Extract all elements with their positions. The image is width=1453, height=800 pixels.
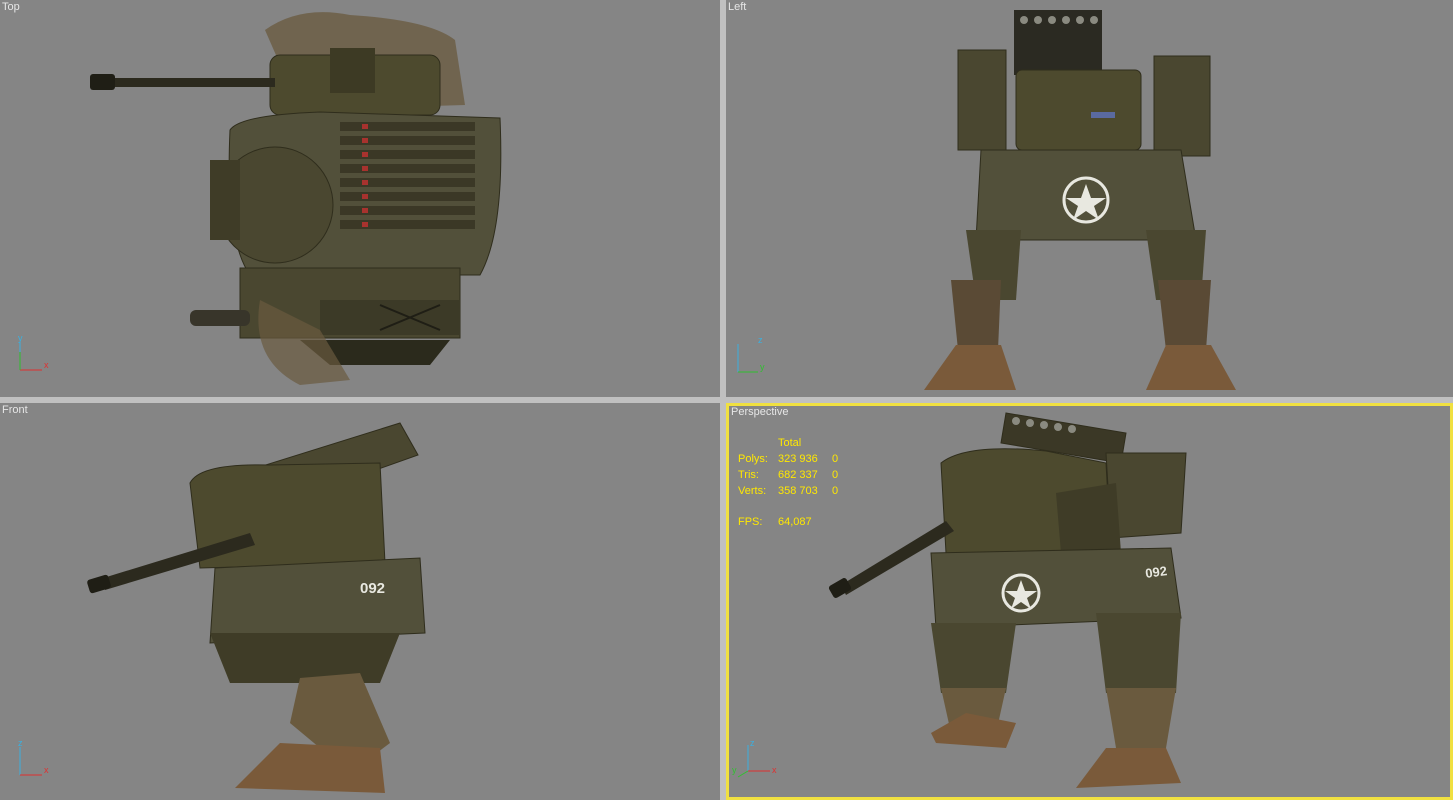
fps-label: FPS:: [738, 516, 763, 528]
stats-selected: 0: [832, 453, 839, 465]
axis-tripod: z y x: [732, 738, 777, 778]
axis-tripod: y x: [18, 333, 49, 371]
stats-label: Tris:: [738, 469, 759, 481]
viewport-label[interactable]: Top: [2, 1, 20, 13]
axis-label-x: x: [44, 765, 49, 775]
hull-number: 092: [360, 580, 385, 597]
axis-label-x: x: [772, 765, 777, 775]
axis-label-y: y: [760, 362, 765, 372]
axis-tripod: z x: [18, 738, 49, 776]
axis-label-z: z: [750, 738, 755, 748]
mech-model-top-view: [90, 12, 502, 385]
axis-tripod: z y: [737, 335, 765, 373]
fps-value: 64,087: [778, 516, 812, 528]
stats-label: Polys:: [738, 453, 768, 465]
viewport-top[interactable]: Top y x: [0, 0, 720, 397]
stats-selected: 0: [832, 469, 839, 481]
stats-selected: 0: [832, 485, 839, 497]
viewport-label[interactable]: Perspective: [731, 406, 788, 418]
stats-total: 323 936: [778, 453, 818, 465]
axis-label-y: y: [18, 333, 23, 343]
viewport-label[interactable]: Left: [728, 1, 746, 13]
viewport-perspective[interactable]: Perspective Total Polys: 323 936 0 Tris:…: [726, 403, 1453, 800]
stats-total: 358 703: [778, 485, 818, 497]
stats-header: Total: [778, 437, 802, 449]
mech-model-front-view: 092: [87, 422, 426, 793]
viewport-label[interactable]: Front: [2, 404, 28, 416]
stats-label: Verts:: [738, 485, 767, 497]
axis-label-z: z: [758, 335, 763, 345]
viewport-front[interactable]: Front 092 z x: [0, 403, 720, 800]
viewport-left[interactable]: Left 092 z y: [726, 0, 1453, 397]
stats-total: 682 337: [778, 469, 818, 481]
axis-label-y: y: [732, 765, 737, 775]
axis-label-x: x: [44, 360, 49, 370]
hull-number: 092: [1144, 563, 1168, 581]
axis-label-z: z: [18, 738, 23, 748]
mech-model-left-view: 092: [924, 10, 1236, 390]
